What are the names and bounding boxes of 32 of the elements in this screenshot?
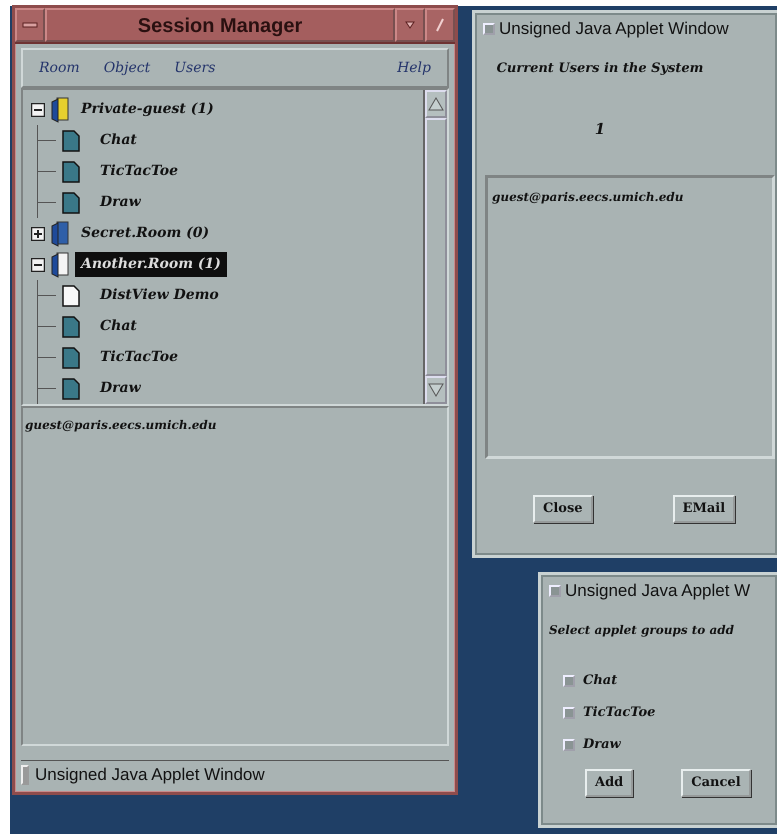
checkbox-label[interactable]: Chat — [583, 671, 618, 691]
user-list[interactable]: guest@paris.eecs.umich.edu — [485, 175, 775, 459]
tree-item[interactable]: DistView Demo — [94, 283, 225, 308]
tree-item[interactable]: Chat — [94, 314, 143, 339]
window-title: Session Manager — [45, 8, 395, 42]
tree-item[interactable]: TicTacToe — [94, 159, 184, 184]
tree-item[interactable]: Secret.Room (0) — [75, 221, 216, 246]
tree-item[interactable]: Draw — [94, 190, 147, 215]
tree-item[interactable]: Another.Room (1) — [75, 252, 227, 277]
tree-item[interactable]: Chat — [94, 128, 143, 153]
dialog-button[interactable]: Add — [585, 769, 634, 796]
window-title: Unsigned Java Applet W — [565, 581, 750, 601]
tree-item[interactable]: Draw — [94, 376, 147, 401]
user-entry[interactable]: guest@paris.eecs.umich.edu — [25, 416, 216, 434]
dialog-button[interactable]: EMail — [672, 495, 736, 522]
menu-item[interactable]: Help — [397, 58, 431, 78]
checkbox-label[interactable]: Draw — [583, 735, 621, 755]
user-list[interactable]: guest@paris.eecs.umich.edu — [21, 406, 449, 746]
dialog-heading: Current Users in the System — [496, 61, 704, 76]
checkbox-label[interactable]: TicTacToe — [583, 703, 656, 723]
tree-item[interactable]: TicTacToe — [94, 345, 184, 370]
dialog-button[interactable]: Cancel — [681, 769, 751, 796]
user-entry[interactable]: guest@paris.eecs.umich.edu — [492, 188, 684, 206]
menu-item[interactable]: Users — [174, 58, 216, 78]
tree-item[interactable]: Private-guest (1) — [75, 97, 220, 122]
dialog-prompt: Select applet groups to add — [549, 623, 734, 637]
window-title: Unsigned Java Applet Window — [499, 19, 729, 39]
status-text: Unsigned Java Applet Window — [35, 764, 265, 784]
user-count: 1 — [594, 120, 606, 138]
menu-item[interactable]: Room — [39, 58, 80, 78]
dialog-button[interactable]: Close — [533, 495, 593, 522]
menu-item[interactable]: Object — [104, 58, 150, 78]
